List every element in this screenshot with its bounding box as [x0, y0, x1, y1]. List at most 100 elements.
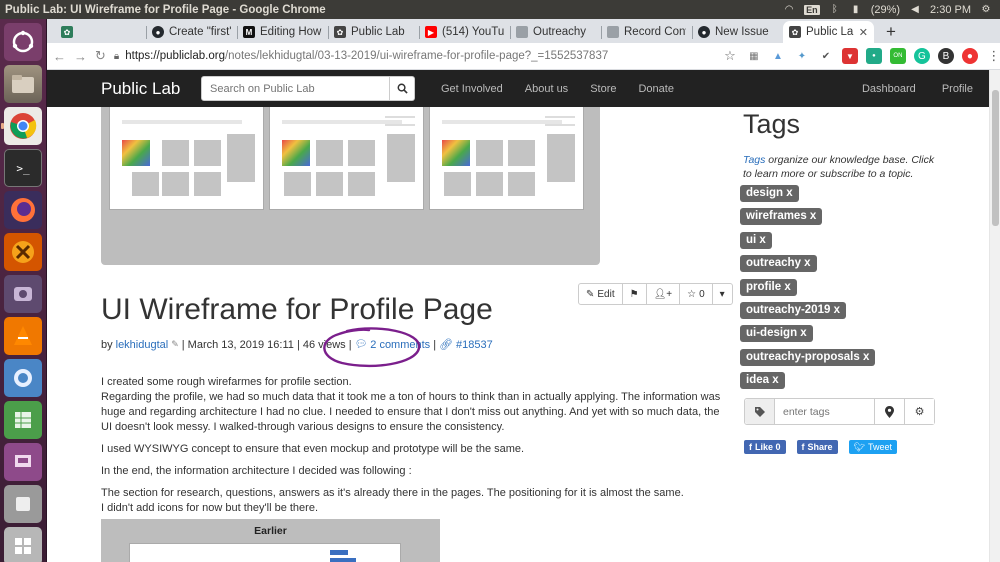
- pencil-icon: ✎: [171, 339, 179, 349]
- forward-arrow-icon[interactable]: →: [74, 48, 87, 64]
- app-x-icon[interactable]: [4, 233, 42, 271]
- search-input[interactable]: [201, 76, 390, 101]
- body-paragraph: In the end, the information architecture…: [101, 465, 412, 477]
- running-indicator: [1, 123, 4, 129]
- check-shield-icon[interactable]: ✔: [818, 48, 834, 64]
- app-blue-icon[interactable]: [4, 359, 42, 397]
- language-indicator[interactable]: En: [804, 4, 820, 15]
- tag-chip[interactable]: ui x: [740, 231, 772, 249]
- battery-icon[interactable]: ▮: [850, 4, 862, 15]
- tags-description: Tags organize our knowledge base. Click …: [743, 154, 935, 180]
- extension-icon[interactable]: ▦: [746, 48, 762, 64]
- like-button[interactable]: ☆ 0: [680, 284, 713, 304]
- tag-chip[interactable]: wireframes x: [740, 208, 823, 226]
- add-tag-form: ⚙: [744, 398, 935, 425]
- address-bar[interactable]: 🔒︎ https://publiclab.org/notes/lekhidugt…: [114, 46, 714, 67]
- nav-about-us[interactable]: About us: [525, 83, 568, 95]
- tag-chip[interactable]: outreachy-2019 x: [740, 301, 846, 319]
- browser-tab-active[interactable]: ✿ Public Lab ✕: [783, 21, 874, 43]
- clock[interactable]: 2:30 PM: [930, 4, 971, 16]
- ubuntu-dash-icon[interactable]: [4, 23, 42, 61]
- wireframe-mockup: [109, 107, 264, 210]
- page-scrollbar[interactable]: [989, 70, 1000, 562]
- browser-tab[interactable]: ✿ Public Lab: [328, 21, 419, 43]
- browser-tab[interactable]: ● Create "first": [146, 21, 237, 43]
- bookmark-star-icon[interactable]: ☆: [722, 48, 738, 64]
- extension-icon[interactable]: ▲: [770, 48, 786, 64]
- webcam-icon[interactable]: [4, 275, 42, 313]
- firefox-icon[interactable]: [4, 191, 42, 229]
- note-body: I created some rough wirefarmes for prof…: [101, 375, 726, 523]
- nav-profile[interactable]: Profile: [942, 83, 973, 95]
- body-paragraph: I used WYSIWYG concept to ensure that ev…: [101, 443, 525, 455]
- browser-tab[interactable]: M Editing How: [237, 21, 328, 43]
- workspaces-icon[interactable]: [4, 527, 42, 562]
- nav-get-involved[interactable]: Get Involved: [441, 83, 503, 95]
- user-avatar-icon[interactable]: ●: [961, 48, 978, 64]
- facebook-share-button[interactable]: f Share: [796, 440, 838, 454]
- tag-chip[interactable]: outreachy-proposals x: [740, 348, 876, 366]
- node-id-link[interactable]: #18537: [456, 339, 493, 351]
- tag-chip[interactable]: ui-design x: [740, 325, 813, 343]
- extension-icon[interactable]: ●: [865, 48, 882, 64]
- reload-icon[interactable]: ↻: [95, 48, 106, 64]
- comment-icon: 💬︎: [354, 339, 368, 350]
- browser-tab[interactable]: Record Conv: [601, 21, 692, 43]
- twitter-icon: 🐦︎: [853, 441, 865, 452]
- wifi-icon[interactable]: ◠: [783, 4, 795, 15]
- presentation-icon[interactable]: [4, 443, 42, 481]
- vlc-icon[interactable]: [4, 317, 42, 355]
- tweet-button[interactable]: 🐦︎ Tweet: [848, 440, 897, 454]
- location-pin-icon[interactable]: [874, 399, 904, 424]
- social-buttons: f Like 0 f Share 🐦︎ Tweet: [744, 440, 897, 454]
- nav-donate[interactable]: Donate: [638, 83, 673, 95]
- comments-link[interactable]: 2 comments: [370, 339, 430, 351]
- body-paragraph: Regarding the profile, we had so much da…: [101, 391, 721, 433]
- tag-chip[interactable]: outreachy x: [740, 255, 817, 273]
- extension-icon[interactable]: ON: [889, 48, 906, 64]
- flag-button[interactable]: ⚑: [623, 284, 647, 304]
- spreadsheet-icon[interactable]: [4, 401, 42, 439]
- tags-heading: Tags: [743, 109, 801, 139]
- os-top-bar: Public Lab: UI Wireframe for Profile Pag…: [0, 0, 1000, 19]
- close-tab-icon[interactable]: ✕: [859, 26, 868, 39]
- more-dropdown-button[interactable]: ▾: [713, 284, 732, 304]
- publiclab-icon: ✿: [334, 26, 346, 38]
- back-arrow-icon[interactable]: ←: [53, 48, 66, 64]
- files-icon[interactable]: [4, 65, 42, 103]
- tag-input[interactable]: [775, 399, 874, 424]
- body-paragraph: The section for research, questions, ans…: [101, 487, 684, 499]
- extension-icon[interactable]: ✦: [794, 48, 810, 64]
- tag-chip[interactable]: design x: [740, 185, 799, 202]
- facebook-like-button[interactable]: f Like 0: [744, 440, 786, 454]
- grammarly-icon[interactable]: G: [913, 48, 930, 64]
- author-link[interactable]: lekhidugtal: [116, 339, 169, 351]
- browser-tab[interactable]: ✿: [55, 21, 146, 43]
- site-brand[interactable]: Public Lab: [101, 79, 201, 99]
- edit-button[interactable]: ✎ Edit: [579, 284, 623, 304]
- nav-store[interactable]: Store: [590, 83, 616, 95]
- menu-dots-icon[interactable]: ⋮: [986, 48, 1000, 64]
- extension-icon[interactable]: B: [937, 48, 954, 64]
- new-tab-button[interactable]: +: [880, 21, 902, 43]
- browser-tab[interactable]: ● New Issue: [692, 21, 783, 43]
- search-button[interactable]: [390, 76, 415, 101]
- tag-chip[interactable]: profile x: [740, 278, 797, 296]
- terminal-icon[interactable]: >_: [4, 149, 42, 187]
- lock-icon[interactable]: 🔒︎: [114, 51, 119, 62]
- browser-tab[interactable]: Outreachy: [510, 21, 601, 43]
- tags-link[interactable]: Tags: [743, 154, 765, 166]
- browser-tab[interactable]: ▶ (514) YouTube: [419, 21, 510, 43]
- scrollbar-thumb[interactable]: [992, 90, 999, 226]
- software-icon[interactable]: [4, 485, 42, 523]
- volume-icon[interactable]: ◀: [909, 4, 921, 15]
- settings-gear-icon[interactable]: ⚙: [980, 4, 992, 15]
- bluetooth-icon[interactable]: ᛒ: [829, 4, 841, 15]
- settings-gear-icon[interactable]: ⚙: [904, 399, 934, 424]
- nav-dashboard[interactable]: Dashboard: [862, 83, 916, 95]
- tag-chip[interactable]: idea x: [740, 372, 785, 390]
- github-icon: ●: [152, 26, 164, 38]
- shield-icon[interactable]: ▼: [841, 48, 858, 64]
- follow-button[interactable]: 👤︎+: [647, 284, 681, 304]
- chrome-icon[interactable]: [1, 107, 42, 145]
